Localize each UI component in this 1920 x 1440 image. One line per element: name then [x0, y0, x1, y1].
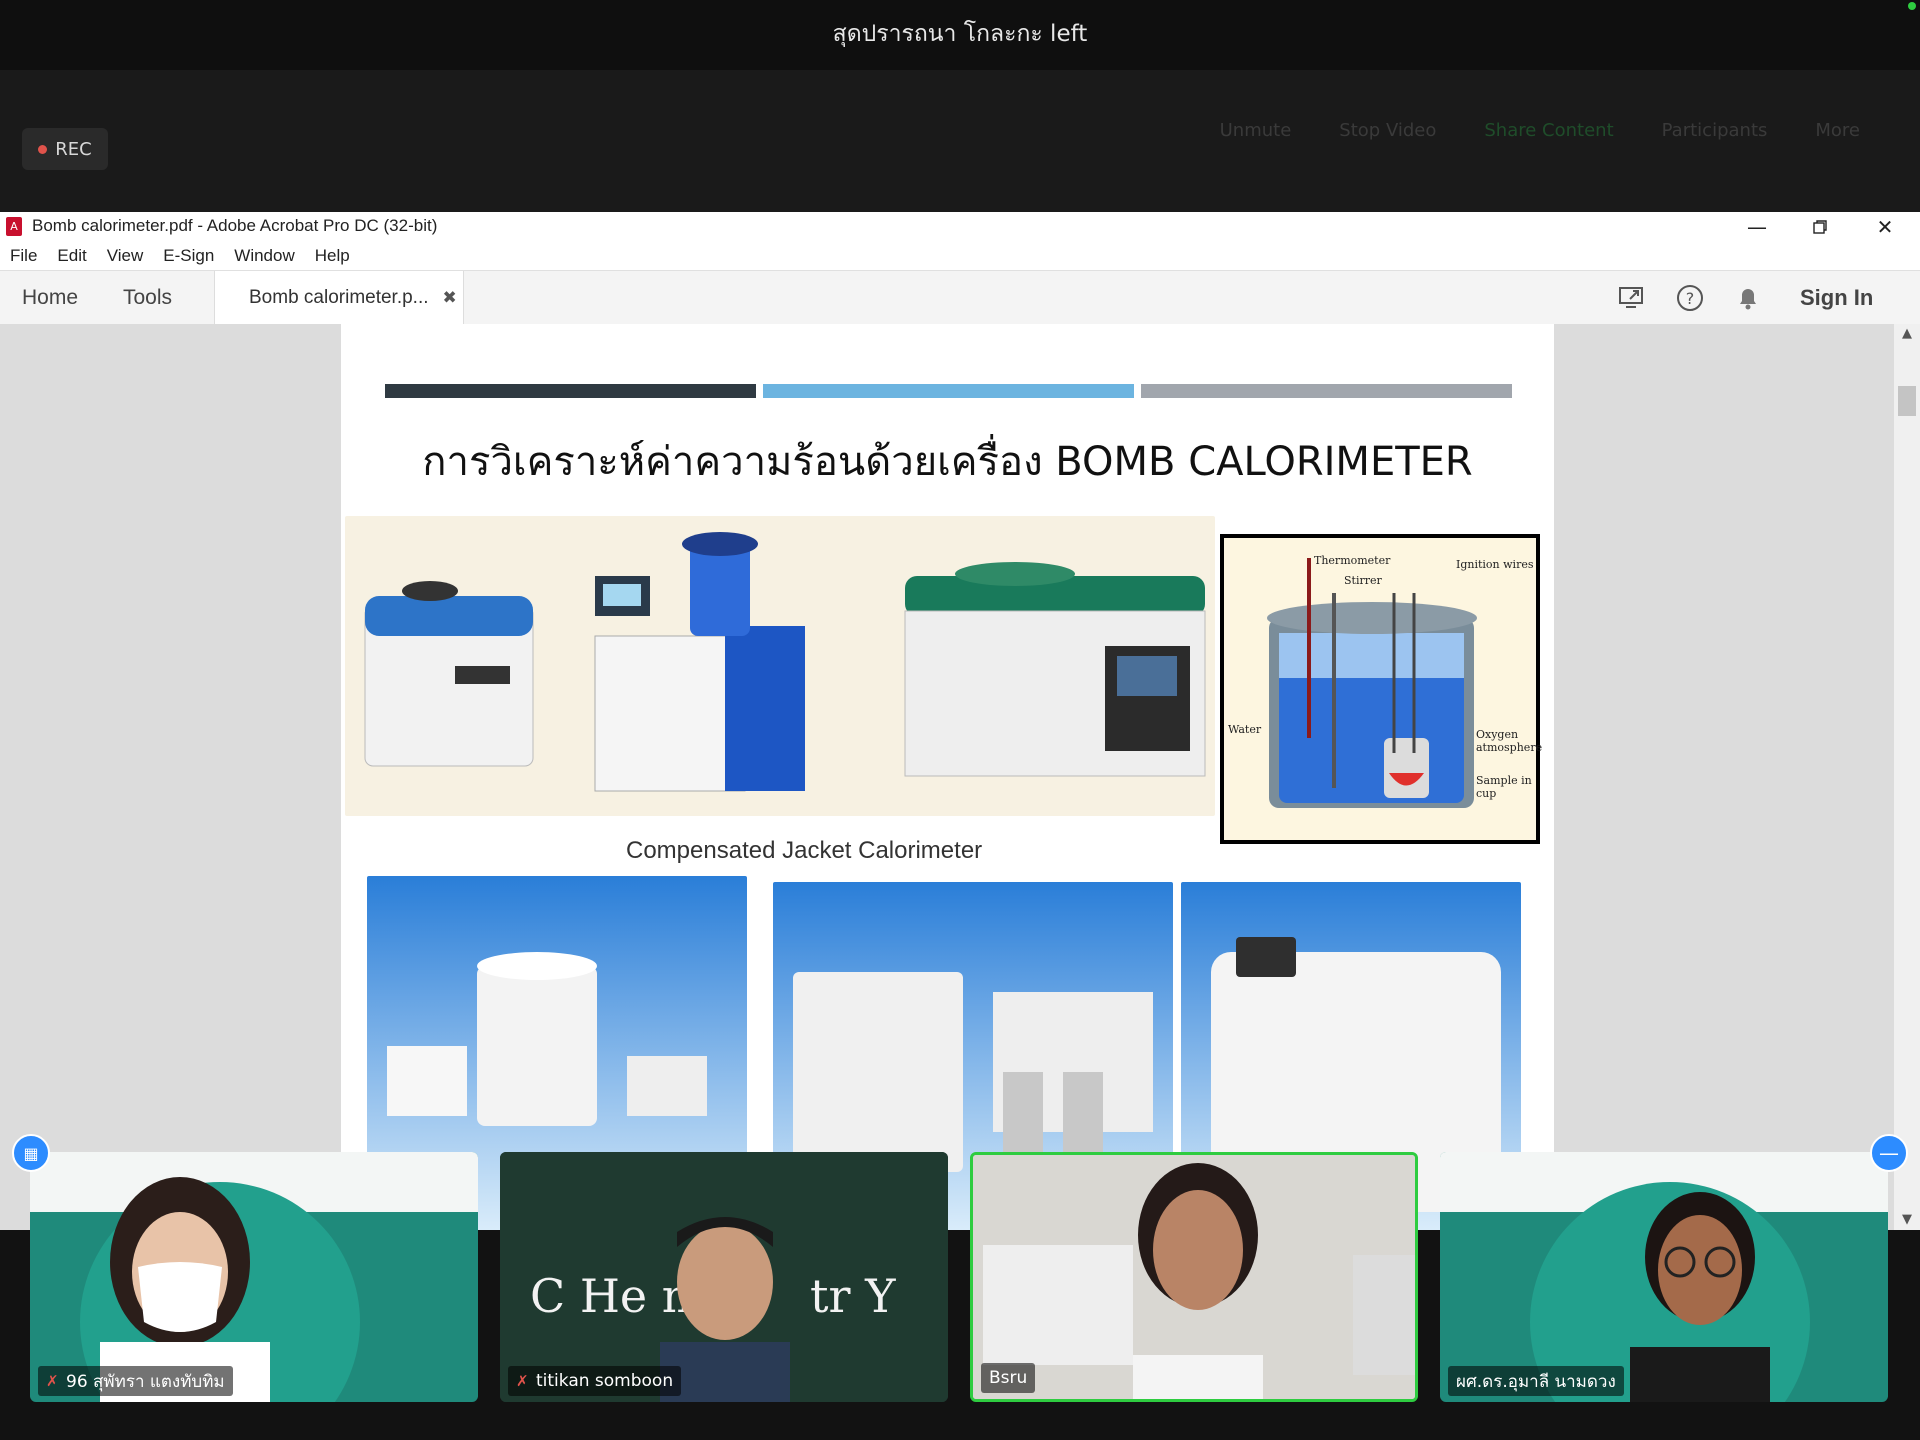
tab-close-icon[interactable]: ✖	[443, 288, 457, 308]
vertical-scrollbar[interactable]: ▲ ▼	[1894, 324, 1920, 1230]
menu-help[interactable]: Help	[315, 246, 350, 266]
tab-bar: Home Tools Bomb calorimeter.p... ✖ ? Sig…	[0, 270, 1920, 326]
pdf-page: การวิเคราะห์ค่าความร้อนด้วยเครื่อง BOMB …	[341, 324, 1554, 1230]
participant-tile[interactable]: ✗ 96 สุพัทรา แตงทับทิม	[30, 1152, 478, 1402]
menu-edit[interactable]: Edit	[57, 246, 86, 266]
label-oxygen: Oxygen atmosphere	[1476, 728, 1543, 754]
menu-view[interactable]: View	[107, 246, 144, 266]
minimize-strip-icon[interactable]: —	[1870, 1134, 1908, 1172]
participant-name: Bsru	[989, 1368, 1028, 1388]
restore-icon[interactable]	[1790, 212, 1850, 242]
participant-tile[interactable]: C He m tr Y ✗ titikan somboon	[500, 1152, 948, 1402]
label-sample: Sample in cup	[1476, 774, 1532, 800]
photo-caption: Compensated Jacket Calorimeter	[626, 837, 983, 864]
sign-in-button[interactable]: Sign In	[1800, 271, 1873, 325]
muted-mic-icon: ✗	[46, 1372, 59, 1390]
share-notice: สุดปรารถนา โกละกะ left	[832, 21, 1088, 47]
record-dot-icon	[38, 144, 48, 154]
decor-bar-gray	[1141, 384, 1512, 398]
toolbar-labels: Unmute Stop Video Share Content Particip…	[1220, 120, 1860, 141]
participants-label[interactable]: Participants	[1662, 120, 1768, 141]
tab-document[interactable]: Bomb calorimeter.p... ✖	[214, 271, 464, 325]
screen-share-icon[interactable]	[1617, 283, 1647, 313]
connection-indicator	[1908, 2, 1916, 10]
acrobat-window: A Bomb calorimeter.pdf - Adobe Acrobat P…	[0, 212, 1920, 1230]
participant-tile[interactable]: ผศ.ดร.อุมาลี นามดวง	[1440, 1152, 1888, 1402]
scroll-up-icon[interactable]: ▲	[1894, 326, 1920, 341]
bell-icon[interactable]	[1733, 283, 1763, 313]
minimize-icon[interactable]: —	[1727, 212, 1787, 242]
svg-text:?: ?	[1686, 289, 1695, 308]
label-water: Water	[1228, 723, 1262, 736]
participant-name-label: Bsru	[981, 1363, 1036, 1393]
scroll-thumb[interactable]	[1898, 386, 1916, 416]
label-thermometer: Thermometer	[1314, 554, 1391, 567]
slide-title: การวิเคราะห์ค่าความร้อนด้วยเครื่อง BOMB …	[422, 439, 1473, 485]
label-ignition-wires: Ignition wires	[1456, 558, 1534, 571]
document-viewport[interactable]: การวิเคราะห์ค่าความร้อนด้วยเครื่อง BOMB …	[0, 324, 1920, 1230]
decor-bar-dark	[385, 384, 756, 398]
rec-indicator[interactable]: REC	[22, 128, 108, 170]
share-content-label[interactable]: Share Content	[1484, 120, 1613, 141]
menu-esign[interactable]: E-Sign	[163, 246, 214, 266]
label-stirrer: Stirrer	[1344, 574, 1382, 587]
participant-name-label: ผศ.ดร.อุมาลี นามดวง	[1448, 1366, 1624, 1396]
tab-document-label: Bomb calorimeter.p...	[249, 287, 429, 308]
tab-tools[interactable]: Tools	[123, 271, 172, 325]
help-icon[interactable]: ?	[1675, 283, 1705, 313]
menu-window[interactable]: Window	[234, 246, 294, 266]
rec-label: REC	[55, 138, 92, 160]
title-bar: A Bomb calorimeter.pdf - Adobe Acrobat P…	[0, 212, 1920, 242]
menu-bar: File Edit View E-Sign Window Help	[0, 242, 1920, 270]
participant-name-label: ✗ 96 สุพัทรา แตงทับทิม	[38, 1366, 233, 1396]
zoom-share-banner: สุดปรารถนา โกละกะ left	[0, 0, 1920, 70]
muted-mic-icon: ✗	[516, 1372, 529, 1390]
tab-home[interactable]: Home	[22, 271, 78, 325]
participant-name: 96 สุพัทรา แตงทับทิม	[66, 1371, 225, 1392]
window-title: Bomb calorimeter.pdf - Adobe Acrobat Pro…	[32, 216, 438, 235]
unmute-label[interactable]: Unmute	[1220, 120, 1292, 141]
calorimeter-photos-top	[345, 516, 1215, 816]
close-window-icon[interactable]: ✕	[1855, 212, 1915, 242]
stop-video-label[interactable]: Stop Video	[1339, 120, 1436, 141]
menu-file[interactable]: File	[10, 246, 37, 266]
scroll-down-icon[interactable]: ▼	[1894, 1212, 1920, 1227]
view-toggle-icon[interactable]: ▦	[12, 1134, 50, 1172]
calorimeter-diagram: Thermometer Stirrer Ignition wires Water…	[1220, 534, 1543, 844]
acrobat-icon: A	[6, 217, 22, 236]
participant-name-label: ✗ titikan somboon	[508, 1366, 682, 1396]
decor-bar-blue	[763, 384, 1134, 398]
zoom-toolbar: Unmute Stop Video Share Content Particip…	[0, 70, 1920, 212]
more-label[interactable]: More	[1815, 120, 1860, 141]
participant-name: titikan somboon	[536, 1371, 674, 1391]
participant-tile-active-speaker[interactable]: Bsru	[970, 1152, 1418, 1402]
participant-name: ผศ.ดร.อุมาลี นามดวง	[1456, 1371, 1616, 1392]
svg-text:tr Y: tr Y	[810, 1269, 896, 1323]
